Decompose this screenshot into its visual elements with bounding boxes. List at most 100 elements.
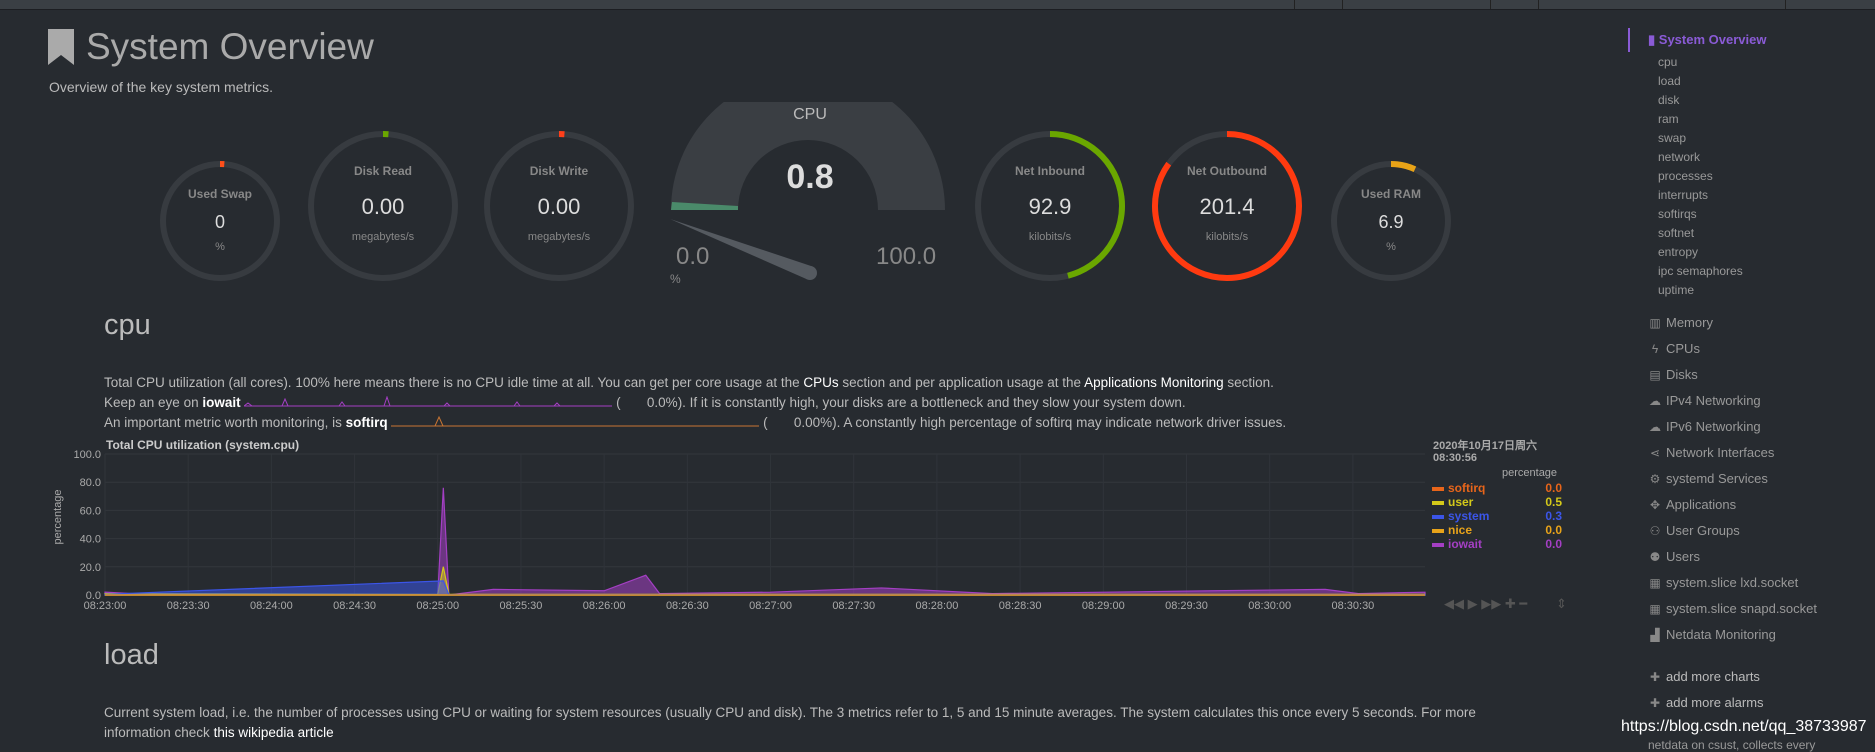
legend-label: user xyxy=(1448,495,1473,509)
sidebar-item-system-slice-snapd-socket[interactable]: ▦system.slice snapd.socket xyxy=(1648,601,1817,616)
cpu-chart[interactable]: 0.020.040.060.080.0100.008:23:0008:23:30… xyxy=(40,436,1580,616)
legend-label: nice xyxy=(1448,523,1472,537)
pan-right-icon[interactable]: ▶▶ xyxy=(1481,596,1501,611)
sidebar-item-user-groups[interactable]: ⚇User Groups xyxy=(1648,523,1740,538)
sidebar-subitem-disk[interactable]: disk xyxy=(1658,93,1679,107)
sidebar-item-system-slice-lxd-socket[interactable]: ▦system.slice lxd.socket xyxy=(1648,575,1798,590)
sidebar-item-network-interfaces[interactable]: ⋖Network Interfaces xyxy=(1648,445,1774,460)
legend-value: 0.5 xyxy=(1545,495,1562,509)
zoom-out-icon[interactable]: ━ xyxy=(1519,596,1527,611)
sidebar-subitem-processes[interactable]: processes xyxy=(1658,169,1713,183)
x-tick-label: 08:27:00 xyxy=(749,600,792,612)
sidebar-item-memory[interactable]: ▥Memory xyxy=(1648,315,1713,330)
x-tick-label: 08:28:30 xyxy=(999,600,1042,612)
sidebar-subitem-softnet[interactable]: softnet xyxy=(1658,226,1694,240)
legend-item-nice[interactable]: nice 0.0 xyxy=(1432,523,1572,537)
cpu-chart-svg[interactable]: 0.020.040.060.080.0100.008:23:0008:23:30… xyxy=(40,436,1580,616)
sidebar-item-applications[interactable]: ✥ Applications xyxy=(1648,497,1736,512)
sidebar-subitem-cpu[interactable]: cpu xyxy=(1658,55,1677,69)
page-header: System Overview xyxy=(48,26,374,68)
sidebar-item-users[interactable]: ⚉Users xyxy=(1648,549,1700,564)
sidebar-item-label: add more alarms xyxy=(1666,695,1764,710)
user-icon: ⚉ xyxy=(1648,550,1662,564)
y-tick-label: 100.0 xyxy=(73,449,101,461)
net-inbound-gauge[interactable]: Net Inbound 92.9 kilobits/s xyxy=(974,130,1126,282)
used-swap-gauge[interactable]: Used Swap 0 % xyxy=(159,160,281,282)
disk-icon: ▤ xyxy=(1648,368,1662,382)
cpu-gauge-title: CPU xyxy=(650,106,970,124)
sidebar-item-label: IPv4 Networking xyxy=(1666,393,1761,408)
sidebar-item-label: add more charts xyxy=(1666,669,1760,684)
sidebar-subitem-swap[interactable]: swap xyxy=(1658,131,1686,145)
sidebar-subitem-softirqs[interactable]: softirqs xyxy=(1658,207,1697,221)
used-ram-gauge[interactable]: Used RAM 6.9 % xyxy=(1330,160,1452,282)
iowait-sparkline xyxy=(244,396,612,410)
net-outbound-gauge[interactable]: Net Outbound 201.4 kilobits/s xyxy=(1151,130,1303,282)
legend-item-iowait[interactable]: iowait 0.0 xyxy=(1432,537,1572,551)
used-ram-unit: % xyxy=(1330,241,1452,253)
sidebar-item-disks[interactable]: ▤Disks xyxy=(1648,367,1698,382)
iowait-value: 0.0% xyxy=(647,395,678,410)
cloud-icon: ☁ xyxy=(1648,420,1662,434)
x-tick-label: 08:26:30 xyxy=(666,600,709,612)
cpu-description-line1: Total CPU utilization (all cores). 100% … xyxy=(104,373,1274,393)
x-tick-label: 08:30:00 xyxy=(1248,600,1291,612)
legend-item-softirq[interactable]: softirq 0.0 xyxy=(1432,481,1572,495)
used-swap-value: 0 xyxy=(159,212,281,233)
x-tick-label: 08:23:30 xyxy=(167,600,210,612)
sidebar-subitem-uptime[interactable]: uptime xyxy=(1658,283,1694,297)
cpu-gauge[interactable]: CPU 0.8 0.0 100.0 % xyxy=(650,102,970,292)
used-ram-title: Used RAM xyxy=(1330,187,1452,201)
x-tick-label: 08:29:00 xyxy=(1082,600,1125,612)
cpu-section-title: cpu xyxy=(104,309,151,342)
disk-write-gauge[interactable]: Disk Write 0.00 megabytes/s xyxy=(483,130,635,282)
gamepad-icon: ✥ xyxy=(1648,498,1662,512)
load-description-line1: Current system load, i.e. the number of … xyxy=(104,703,1476,723)
legend-item-system[interactable]: system 0.3 xyxy=(1432,509,1572,523)
legend-label: system xyxy=(1448,509,1489,523)
play-icon[interactable]: ▶ xyxy=(1468,596,1478,611)
sidebar-item-ipv4-networking[interactable]: ☁ IPv4 Networking xyxy=(1648,393,1761,408)
bolt-icon: ϟ xyxy=(1648,342,1662,356)
sidebar-item-label: CPUs xyxy=(1666,341,1700,356)
plus-icon: ✚ xyxy=(1648,670,1662,684)
legend-item-user[interactable]: user 0.5 xyxy=(1432,495,1572,509)
sidebar-item-label: Memory xyxy=(1666,315,1713,330)
cloud-icon: ☁ xyxy=(1648,394,1662,408)
resize-handle-icon[interactable]: ⇕ xyxy=(1556,596,1567,612)
sidebar-item-label: Applications xyxy=(1666,497,1736,512)
zoom-in-icon[interactable]: ✚ xyxy=(1505,596,1516,611)
legend-label: softirq xyxy=(1448,481,1485,495)
legend-swatch xyxy=(1432,543,1444,547)
disk-write-title: Disk Write xyxy=(483,164,635,178)
sidebar-subitem-entropy[interactable]: entropy xyxy=(1658,245,1698,259)
sidebar-item-system-overview[interactable]: ▮ System Overview xyxy=(1648,32,1766,48)
sidebar-active-indicator xyxy=(1628,28,1630,52)
sidebar-subitem-ram[interactable]: ram xyxy=(1658,112,1679,126)
sidebar-subitem-interrupts[interactable]: interrupts xyxy=(1658,188,1708,202)
applications-monitoring-link[interactable]: Applications Monitoring xyxy=(1084,375,1224,390)
net-outbound-title: Net Outbound xyxy=(1151,164,1303,178)
sidebar-subitem-network[interactable]: network xyxy=(1658,150,1700,164)
sidebar-item-netdata-monitoring[interactable]: ▟Netdata Monitoring xyxy=(1648,627,1776,642)
disk-read-gauge[interactable]: Disk Read 0.00 megabytes/s xyxy=(307,130,459,282)
plus-icon: ✚ xyxy=(1648,696,1662,710)
sidebar-subitem-ipc-semaphores[interactable]: ipc semaphores xyxy=(1658,264,1743,278)
add-more-alarms-link[interactable]: ✚ add more alarms xyxy=(1648,695,1764,710)
sidebar-item-systemd-services[interactable]: ⚙systemd Services xyxy=(1648,471,1768,486)
sidebar-item-label: Network Interfaces xyxy=(1666,445,1774,460)
sidebar-subitem-load[interactable]: load xyxy=(1658,74,1681,88)
disk-read-unit: megabytes/s xyxy=(307,231,459,243)
pan-left-icon[interactable]: ◀◀ xyxy=(1444,596,1464,611)
x-tick-label: 08:26:00 xyxy=(583,600,626,612)
sidebar-item-cpus[interactable]: ϟ CPUs xyxy=(1648,341,1700,356)
users-icon: ⚇ xyxy=(1648,524,1662,538)
cpus-link[interactable]: CPUs xyxy=(803,375,838,390)
wikipedia-link[interactable]: this wikipedia article xyxy=(214,725,334,740)
softirq-keyword: softirq xyxy=(346,415,388,430)
load-description-line2: information check this wikipedia article xyxy=(104,723,334,743)
add-more-charts-link[interactable]: ✚ add more charts xyxy=(1648,669,1760,684)
sidebar-item-ipv6-networking[interactable]: ☁IPv6 Networking xyxy=(1648,419,1761,434)
bookmark-icon: ▮ xyxy=(1648,32,1655,47)
legend-swatch xyxy=(1432,487,1444,491)
